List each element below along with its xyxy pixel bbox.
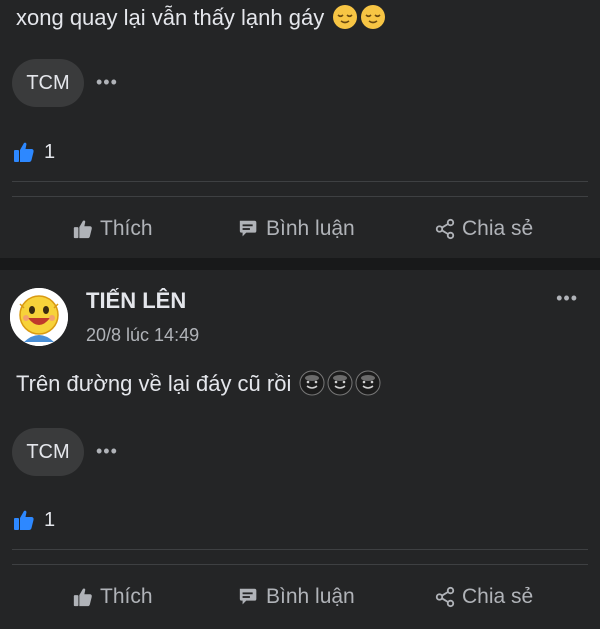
smiling-face-emoji [299,370,325,396]
tag-chip[interactable]: TCM [12,59,84,107]
share-label: Chia sẻ [462,217,534,240]
like-count: 1 [44,508,56,531]
like-button[interactable]: Thích [72,565,153,629]
thumbs-up-icon [14,510,34,530]
comment-label: Bình luận [266,585,355,608]
share-icon [435,218,455,240]
smiling-face-emoji [327,370,353,396]
tag-chip-label: TCM [26,71,70,94]
author-name[interactable]: TIẾN LÊN [86,288,186,314]
comment-icon [239,588,257,605]
post-1-text: xong quay lại vẫn thấy lạnh gáy [16,5,325,30]
like-button[interactable]: Thích [72,197,153,261]
like-count: 1 [44,140,56,163]
tag-chip-label: TCM [26,440,70,463]
post-1-text-line: xong quay lại vẫn thấy lạnh gáy [16,4,386,31]
comment-button[interactable]: Bình luận [238,197,355,261]
post-menu-icon[interactable]: ••• [556,288,578,309]
like-label: Thích [100,217,153,240]
thumbs-up-icon [14,142,34,162]
comment-label: Bình luận [266,217,355,240]
smiling-face-emoji [355,370,381,396]
feed-separator [0,258,600,270]
like-label: Thích [100,585,153,608]
avatar[interactable] [10,288,68,346]
post-2-actions: Thích Bình luận Chia sẻ [0,565,600,629]
relieved-face-emoji [333,5,358,29]
post-1: xong quay lại vẫn thấy lạnh gáy TCM ••• … [0,0,600,258]
tag-more-icon[interactable]: ••• [96,72,118,93]
post-1-actions: Thích Bình luận Chia sẻ [0,197,600,261]
divider [12,181,588,182]
tag-chip[interactable]: TCM [12,428,84,476]
share-button[interactable]: Chia sẻ [434,565,533,629]
share-icon [435,586,455,608]
share-button[interactable]: Chia sẻ [434,197,533,261]
comment-button[interactable]: Bình luận [238,565,355,629]
post-2-text-line: Trên đường về lại đáy cũ rồi [16,370,381,397]
share-label: Chia sẻ [462,585,534,608]
relieved-face-emoji [361,5,386,29]
tag-more-icon[interactable]: ••• [96,441,118,462]
thumbs-up-outline-icon [73,588,92,607]
reaction-summary[interactable]: 1 [12,140,55,164]
reaction-summary[interactable]: 1 [12,508,55,532]
post-2-text: Trên đường về lại đáy cũ rồi [16,371,292,396]
post-timestamp[interactable]: 20/8 lúc 14:49 [86,325,199,346]
divider [12,549,588,550]
thumbs-up-outline-icon [73,220,92,239]
comment-icon [239,220,257,237]
smiley-avatar-icon [10,288,68,346]
